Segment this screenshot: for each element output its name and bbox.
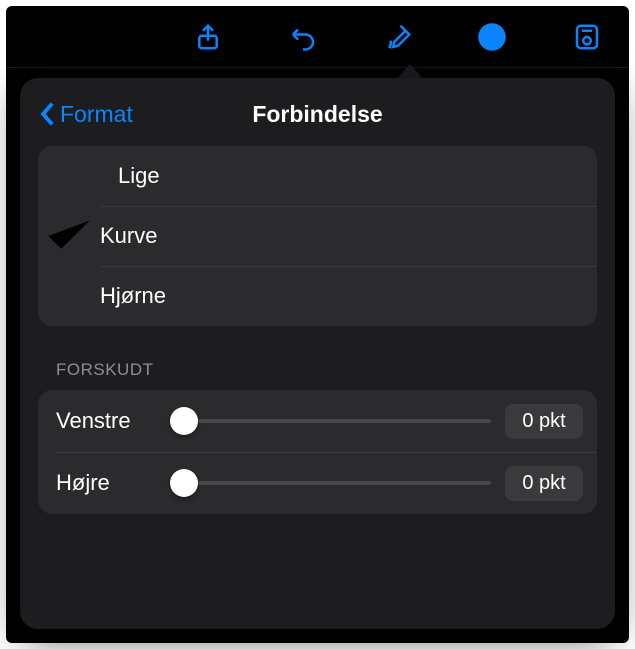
option-label: Lige: [118, 163, 160, 189]
checkmark-slot: [38, 205, 100, 267]
slider-track: [170, 481, 491, 485]
offset-right-slider[interactable]: [170, 468, 491, 498]
chevron-left-icon: [38, 101, 56, 127]
share-icon[interactable]: [186, 15, 230, 59]
offset-right-value[interactable]: 0 pkt: [505, 466, 583, 501]
top-toolbar: [6, 6, 629, 68]
option-kurve[interactable]: Kurve: [38, 206, 597, 266]
option-lige[interactable]: Lige: [38, 146, 597, 206]
slider-thumb[interactable]: [170, 469, 198, 497]
popover-title: Forbindelse: [252, 101, 382, 128]
undo-icon[interactable]: [281, 15, 325, 59]
offset-row-left: Venstre 0 pkt: [38, 390, 597, 452]
slider-thumb[interactable]: [170, 407, 198, 435]
option-label: Hjørne: [100, 283, 166, 309]
offset-right-label: Højre: [56, 470, 166, 496]
connection-type-list: Lige Kurve Hjørne: [38, 146, 597, 326]
offset-left-value[interactable]: 0 pkt: [505, 404, 583, 439]
checkmark-icon: [38, 205, 100, 267]
offset-section-label: Forskudt: [56, 360, 579, 380]
more-icon[interactable]: [470, 15, 514, 59]
offset-sliders: Venstre 0 pkt Højre 0 pkt: [38, 390, 597, 514]
option-hjorne[interactable]: Hjørne: [38, 266, 597, 326]
option-label: Kurve: [100, 223, 157, 249]
format-popover: Format Forbindelse Lige Kurve Hjørne For…: [20, 78, 615, 629]
offset-row-right: Højre 0 pkt: [38, 452, 597, 514]
format-brush-icon[interactable]: [376, 15, 420, 59]
presenter-icon[interactable]: [565, 15, 609, 59]
back-label: Format: [60, 101, 133, 128]
offset-left-label: Venstre: [56, 408, 166, 434]
popover-header: Format Forbindelse: [20, 92, 615, 136]
offset-left-slider[interactable]: [170, 406, 491, 436]
back-button[interactable]: Format: [38, 101, 133, 128]
slider-track: [170, 419, 491, 423]
